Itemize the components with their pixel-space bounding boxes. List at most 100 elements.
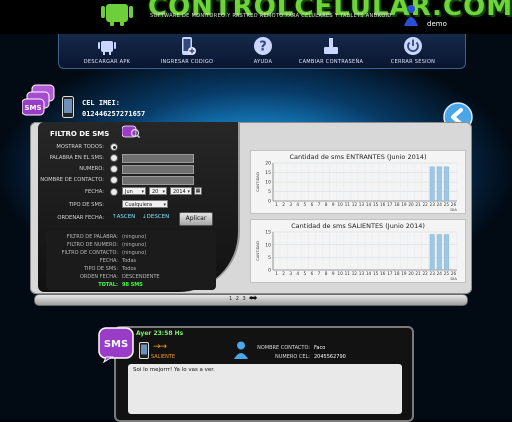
- incoming-chart-x-tick-label: 15: [373, 202, 379, 207]
- incoming-chart-x-tick-label: 2: [282, 202, 285, 207]
- outgoing-chart-x-tick-label: 10: [338, 271, 344, 276]
- show-all-label: MOSTRAR TODOS:: [56, 144, 104, 150]
- outgoing-chart-x-tick-label: 2: [282, 271, 285, 276]
- number-radio[interactable]: [111, 166, 117, 172]
- outgoing-chart: Cantidad de sms SALIENTES (Junio 2014) 1…: [250, 219, 466, 283]
- incoming-chart-x-tick-label: 21: [415, 202, 421, 207]
- incoming-chart-x-tick-label: 24: [437, 202, 443, 207]
- outgoing-chart-x-tick-label: 5: [304, 271, 307, 276]
- incoming-chart-x-tick-label: 22: [422, 202, 428, 207]
- incoming-chart: Cantidad de sms ENTRANTES (Junio 2014) 2…: [250, 150, 466, 214]
- outgoing-chart-x-tick-label: 16: [380, 271, 386, 276]
- summary-total-value: 98 SMS: [122, 282, 143, 288]
- outgoing-chart-x-tick-label: 1: [275, 271, 278, 276]
- incoming-chart-x-tick-label: 20: [408, 202, 414, 207]
- incoming-chart-x-tick-label: 17: [387, 202, 393, 207]
- password-change-icon: [324, 38, 338, 54]
- summary-total-label: TOTAL:: [98, 282, 118, 288]
- outgoing-chart-x-tick-label: 17: [387, 271, 393, 276]
- contact-label: NOMBRE DE CONTACTO:: [40, 177, 104, 183]
- outgoing-chart-x-tick-label: 15: [373, 271, 379, 276]
- outgoing-chart-y-tick-label: 5: [268, 255, 271, 261]
- summary-word-value: (ninguno): [122, 234, 147, 240]
- date-day-select[interactable]: 20: [149, 187, 167, 196]
- message-text: Soi lo mejorrr! Ya lo vas a ver.: [133, 367, 215, 373]
- word-input[interactable]: [122, 154, 194, 163]
- change-password-label: CAMBIAR CONTRASEÑA: [298, 59, 364, 65]
- android-download-icon: [98, 41, 116, 55]
- summary-contact-label: FILTRO DE CONTACTO:: [61, 250, 118, 256]
- enter-code-label: INGRESAR CODIGO: [160, 59, 214, 65]
- sms-type-select[interactable]: Cualquiera: [122, 200, 168, 209]
- sort-descending-link[interactable]: ↓DESCEN: [142, 214, 169, 220]
- outgoing-chart-y-tick-label: 10: [265, 242, 271, 248]
- outgoing-chart-x-tick-label: 4: [296, 271, 299, 276]
- date-year-select[interactable]: 2014: [170, 187, 192, 196]
- outgoing-chart-bar: [429, 234, 435, 271]
- outgoing-arrows-icon: →→: [153, 342, 167, 352]
- date-radio[interactable]: [111, 189, 117, 195]
- sort-ascending-label: ASCEN: [116, 214, 136, 220]
- calendar-icon[interactable]: ▦: [194, 187, 202, 195]
- incoming-chart-x-tick-label: 16: [380, 202, 386, 207]
- outgoing-chart-x-tick-label: 20: [408, 271, 414, 276]
- show-all-radio[interactable]: [111, 144, 117, 150]
- number-label: NUMERO:: [79, 166, 104, 172]
- filter-title: FILTRO DE SMS: [50, 130, 110, 138]
- incoming-chart-bar: [443, 166, 449, 202]
- incoming-chart-x-tick-label: 6: [311, 202, 314, 207]
- svg-text:?: ?: [259, 40, 267, 55]
- enter-code-button[interactable]: INGRESAR CODIGO: [147, 34, 227, 68]
- contact-number-value: 2045562790: [314, 354, 346, 360]
- sort-ascending-link[interactable]: ↑ASCEN: [112, 214, 135, 220]
- incoming-chart-x-tick-label: 23: [430, 202, 436, 207]
- outgoing-chart-plot: 151050 1 2 3 4 5 6 7 8 9 10 11 12 13 14 15 16 17 18 19 20 21 2…: [255, 230, 457, 281]
- outgoing-chart-x-tick-label: 25: [444, 271, 450, 276]
- outgoing-chart-x-tick-label: 23: [430, 271, 436, 276]
- incoming-chart-x-tick-label: 3: [289, 202, 292, 207]
- summary-number-label: FILTRO DE NUMERO:: [67, 242, 118, 248]
- contact-name-value: Faco: [314, 345, 326, 351]
- outgoing-chart-x-tick-label: 22: [422, 271, 428, 276]
- incoming-chart-bar: [429, 166, 435, 202]
- sms-type-label: TIPO DE SMS:: [68, 202, 104, 208]
- apply-filter-button[interactable]: Aplicar: [179, 212, 213, 226]
- incoming-chart-plot: 20151050 1 2 3 4 5 6 7 8 9 10 11 12 13 14 15 16 17 18 19 20 2…: [255, 161, 457, 212]
- incoming-chart-y-tick-label: 5: [268, 189, 271, 195]
- outgoing-chart-x-tick-label: 12: [352, 271, 358, 276]
- incoming-chart-y-tick-label: 20: [265, 161, 271, 167]
- incoming-chart-x-tick-label: 18: [394, 202, 400, 207]
- summary-date-value: Todas: [122, 258, 137, 264]
- outgoing-chart-x-tick-label: 11: [345, 271, 351, 276]
- summary-order-value: DESCENDENTE: [122, 274, 160, 280]
- word-label: PALABRA EN EL SMS:: [49, 155, 105, 161]
- help-icon: ?: [254, 37, 272, 55]
- summary-word-label: FILTRO DE PALABRA:: [66, 234, 118, 240]
- user-name: demo: [427, 20, 447, 28]
- incoming-chart-x-tick-label: 5: [304, 202, 307, 207]
- power-icon: [404, 37, 422, 55]
- message-direction: SALIENTE: [151, 354, 176, 360]
- pager-next-icon[interactable]: ➡: [249, 293, 257, 304]
- outgoing-chart-y-tick-label: 15: [265, 230, 271, 236]
- incoming-chart-x-tick-label: 14: [366, 202, 372, 207]
- sort-date-label: ORDENAR FECHA:: [57, 215, 104, 221]
- contact-radio[interactable]: [111, 177, 117, 183]
- device-phone-icon: [139, 342, 149, 359]
- sms-stack-icon: SMS: [22, 84, 55, 116]
- outgoing-chart-x-tick-label: 8: [325, 271, 328, 276]
- date-month-select[interactable]: Jun: [122, 187, 146, 196]
- main-toolbar: DESCARGAR APK INGRESAR CODIGO ? AYUDA CA…: [58, 34, 466, 69]
- contact-input[interactable]: [122, 176, 194, 185]
- change-password-button[interactable]: CAMBIAR CONTRASEÑA: [291, 34, 371, 68]
- word-radio[interactable]: [111, 155, 117, 161]
- contact-name-label: NOMBRE CONTACTO:: [257, 345, 310, 351]
- incoming-chart-x-tick-label: 19: [401, 202, 407, 207]
- download-apk-button[interactable]: DESCARGAR APK: [67, 34, 147, 68]
- summary-type-value: Todos: [122, 266, 137, 272]
- number-input[interactable]: [122, 165, 194, 174]
- imei-value: 012446257271657: [82, 110, 146, 118]
- logout-button[interactable]: CERRAR SESION: [373, 34, 453, 68]
- summary-contact-value: (ninguno): [122, 250, 147, 256]
- incoming-chart-x-tick-label: 12: [352, 202, 358, 207]
